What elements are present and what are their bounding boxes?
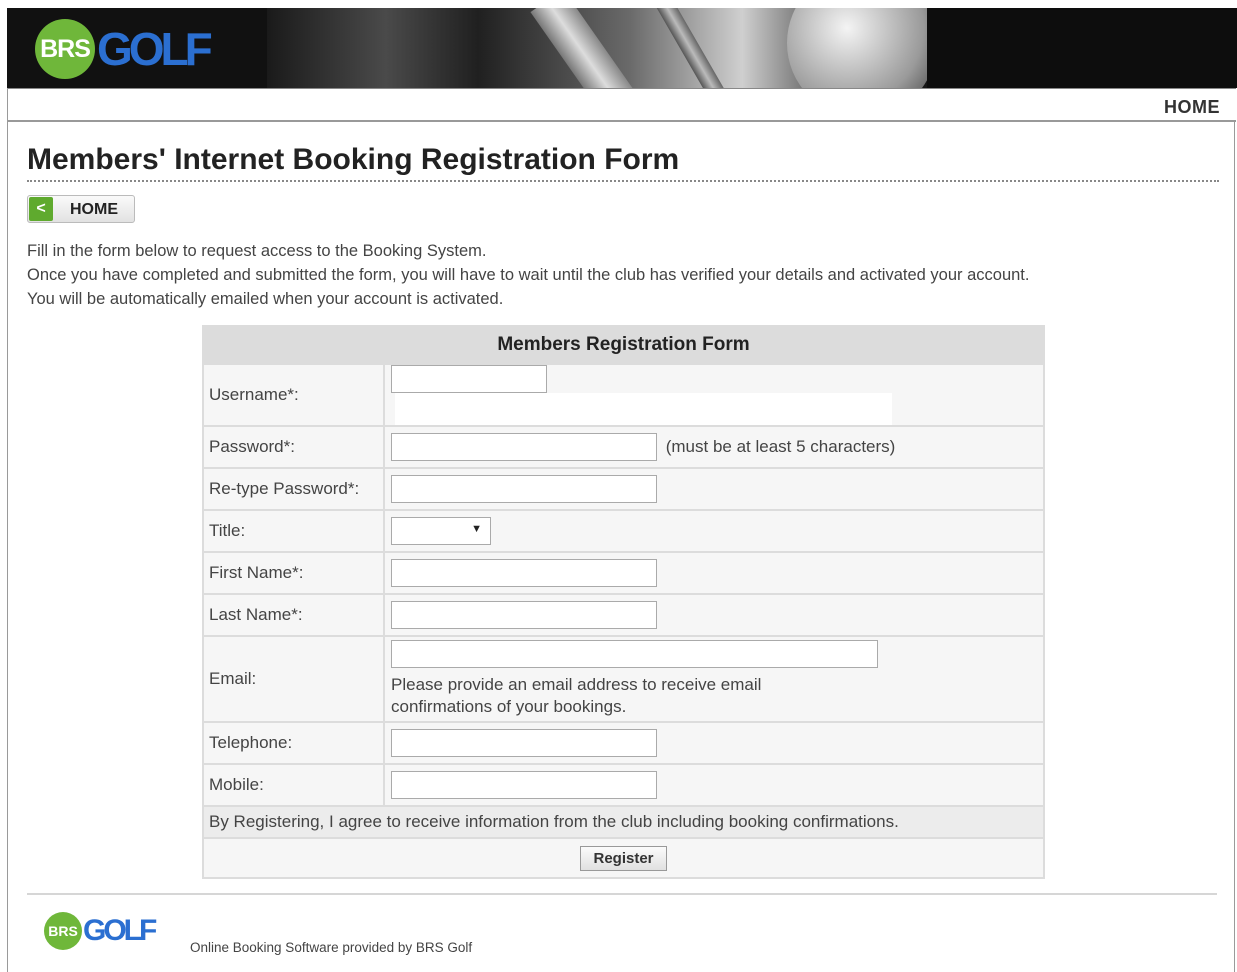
email-note-line-1: Please provide an email address to recei…: [391, 675, 762, 694]
header-banner: BRS GOLF: [7, 8, 1237, 88]
form-heading: Members Registration Form: [202, 325, 1045, 365]
username-input[interactable]: [391, 365, 547, 393]
page-title: Members' Internet Booking Registration F…: [27, 142, 1219, 182]
intro-line-2: Once you have completed and submitted th…: [27, 266, 1030, 284]
banner-golf-image: [267, 8, 937, 88]
mobile-label: Mobile:: [202, 763, 385, 807]
retype-password-cell: [383, 467, 1045, 511]
last-name-label: Last Name*:: [202, 593, 385, 637]
retype-password-label: Re-type Password*:: [202, 467, 385, 511]
last-name-cell: [383, 593, 1045, 637]
telephone-input[interactable]: [391, 729, 657, 757]
form-row-agreement: By Registering, I agree to receive infor…: [202, 805, 1045, 839]
footer-logo[interactable]: BRS GOLF: [44, 912, 157, 950]
email-input[interactable]: [391, 640, 878, 668]
register-cell: Register: [202, 837, 1045, 879]
form-row-password: Password*: (must be at least 5 character…: [202, 425, 1045, 469]
logo-brs-circle: BRS: [35, 19, 95, 79]
form-row-register: Register: [202, 837, 1045, 879]
email-note: Please provide an email address to recei…: [391, 674, 1043, 718]
title-select[interactable]: ▼: [391, 517, 491, 545]
form-row-telephone: Telephone:: [202, 721, 1045, 765]
dropdown-caret-icon: ▼: [471, 523, 482, 535]
username-label: Username*:: [202, 363, 385, 427]
intro-line-3: You will be automatically emailed when y…: [27, 290, 504, 308]
banner-golf-ball: [787, 8, 937, 88]
form-row-retype-password: Re-type Password*:: [202, 467, 1045, 511]
password-cell: (must be at least 5 characters): [383, 425, 1045, 469]
banner-club-shaft-2: [653, 8, 739, 88]
form-row-first-name: First Name*:: [202, 551, 1045, 595]
form-row-last-name: Last Name*:: [202, 593, 1045, 637]
email-label: Email:: [202, 635, 385, 723]
password-label: Password*:: [202, 425, 385, 469]
footer-divider: [27, 893, 1217, 895]
mobile-input[interactable]: [391, 771, 657, 799]
telephone-label: Telephone:: [202, 721, 385, 765]
register-button[interactable]: Register: [580, 845, 667, 871]
banner-dark-area: [927, 8, 1237, 88]
first-name-input[interactable]: [391, 559, 657, 587]
nav-home-link[interactable]: HOME: [1164, 97, 1220, 118]
title-cell: ▼: [383, 509, 1045, 553]
home-button[interactable]: < HOME: [27, 195, 135, 223]
username-overlay: [395, 393, 892, 425]
email-cell: Please provide an email address to recei…: [383, 635, 1045, 723]
intro-text: Fill in the form below to request access…: [27, 239, 1227, 311]
mobile-cell: [383, 763, 1045, 807]
retype-password-input[interactable]: [391, 475, 657, 503]
username-cell: [383, 363, 1045, 427]
first-name-label: First Name*:: [202, 551, 385, 595]
top-nav: HOME: [8, 88, 1236, 122]
form-row-username: Username*:: [202, 363, 1045, 427]
banner-club-shaft: [530, 8, 644, 88]
registration-form-table: Members Registration Form Username*: Pas…: [202, 325, 1045, 879]
form-row-email: Email: Please provide an email address t…: [202, 635, 1045, 723]
back-arrow-icon: <: [29, 197, 53, 221]
password-hint: (must be at least 5 characters): [665, 437, 896, 456]
footer-logo-brs-circle: BRS: [44, 912, 82, 950]
brs-golf-logo[interactable]: BRS GOLF: [35, 19, 213, 79]
password-input[interactable]: [391, 433, 657, 461]
form-row-mobile: Mobile:: [202, 763, 1045, 807]
email-note-line-2: confirmations of your bookings.: [391, 697, 627, 716]
footer-credit: Online Booking Software provided by BRS …: [190, 940, 473, 955]
last-name-input[interactable]: [391, 601, 657, 629]
first-name-cell: [383, 551, 1045, 595]
title-label: Title:: [202, 509, 385, 553]
logo-golf-text: GOLF: [97, 23, 213, 75]
home-button-label: HOME: [70, 201, 118, 218]
form-row-title: Title: ▼: [202, 509, 1045, 553]
intro-line-1: Fill in the form below to request access…: [27, 242, 487, 260]
agreement-text: By Registering, I agree to receive infor…: [202, 805, 1045, 839]
telephone-cell: [383, 721, 1045, 765]
footer-logo-golf-text: GOLF: [83, 914, 157, 947]
